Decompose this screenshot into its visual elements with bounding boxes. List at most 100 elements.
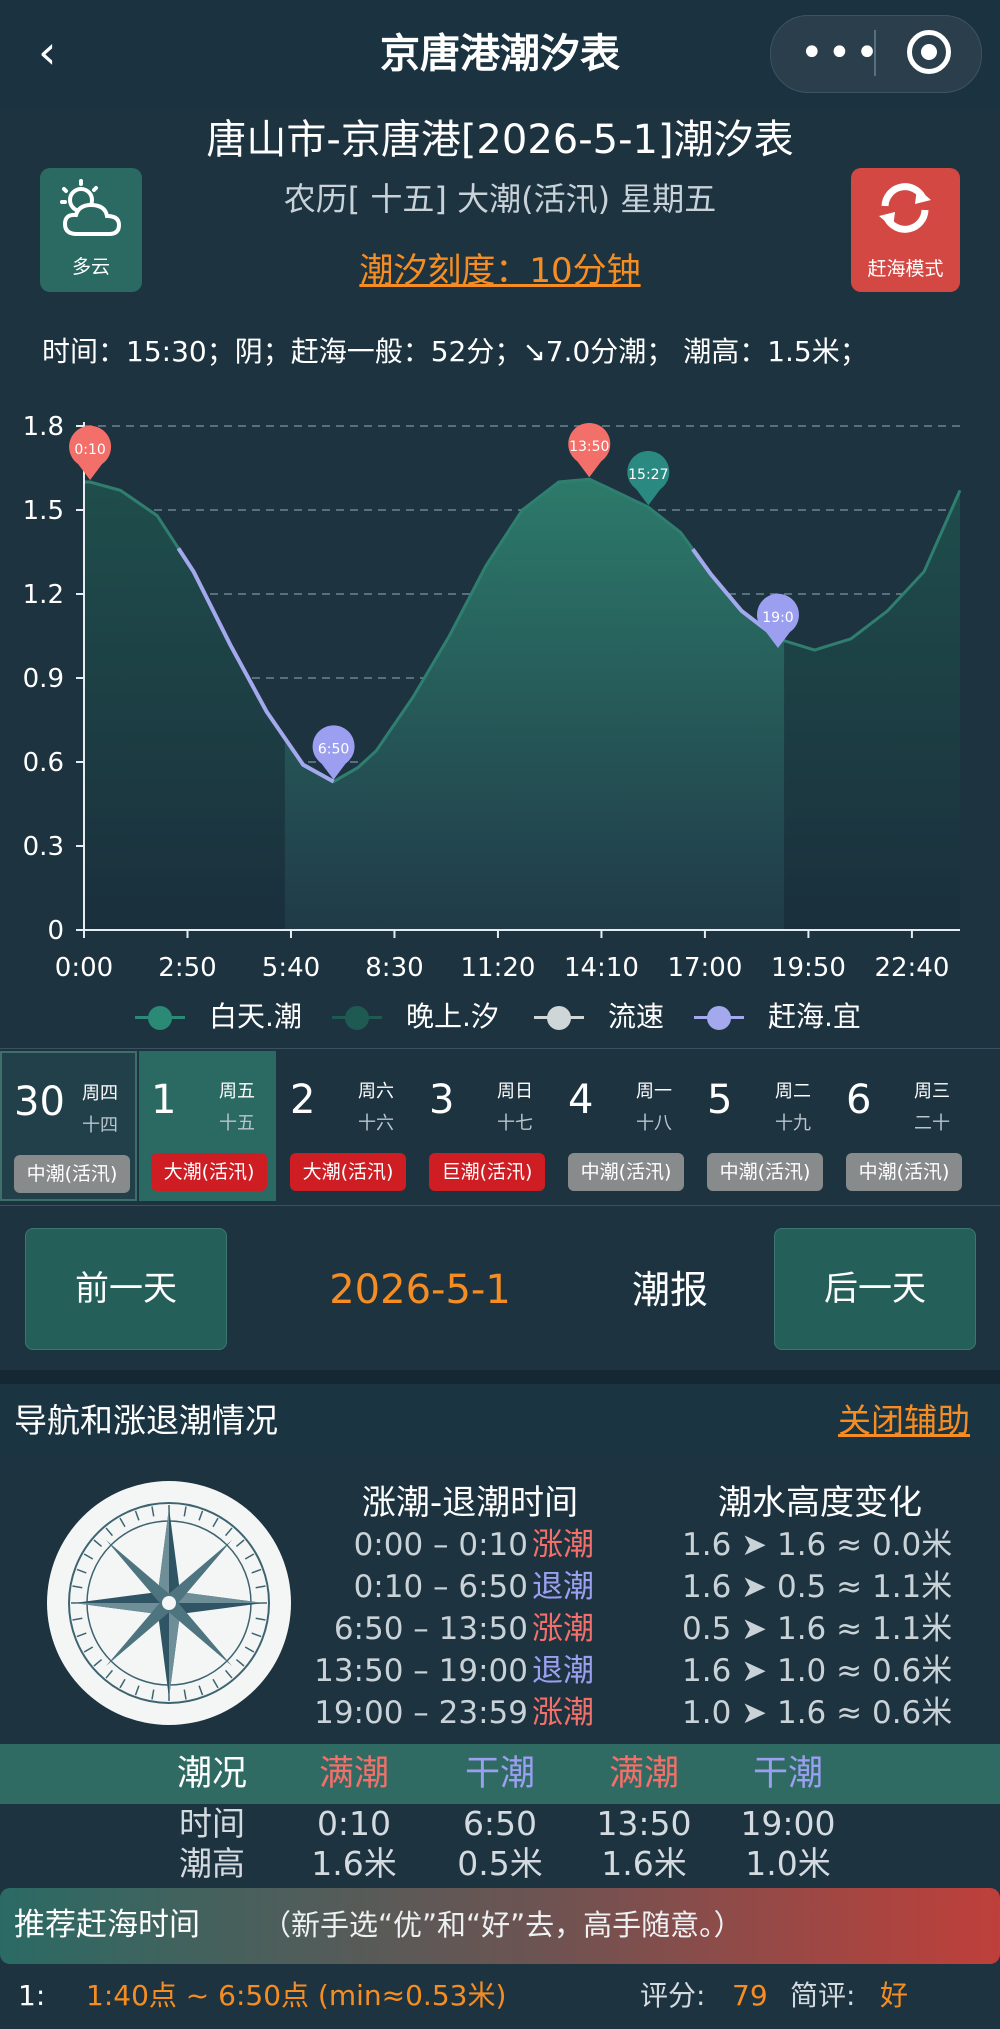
- day-tide-tag: 大潮(活汛): [290, 1153, 406, 1191]
- tide-row-state: 退潮: [532, 1569, 594, 1605]
- x-tick-label: 14:10: [564, 953, 639, 983]
- day-tide-tag: 大潮(活汛): [151, 1153, 267, 1191]
- day-number: 6: [846, 1077, 872, 1123]
- day-number: 3: [429, 1077, 455, 1123]
- day-lunar: 十八: [636, 1113, 672, 1134]
- score-value: 79: [732, 1979, 768, 2012]
- day-lunar: 十四: [82, 1115, 118, 1136]
- x-tick-label: 19:50: [771, 953, 846, 983]
- state-height-label: 潮高: [179, 1844, 245, 1883]
- state-col-state: 干潮: [752, 1754, 823, 1794]
- prev-day-button[interactable]: 前一天: [25, 1228, 227, 1350]
- comment-label: 简评:: [790, 1979, 856, 2012]
- day-weekday: 周日: [497, 1081, 533, 1102]
- day-item[interactable]: 4 周一 十八 中潮(活汛): [556, 1051, 693, 1201]
- section-divider: [0, 1370, 1000, 1384]
- y-tick-label: 1.2: [23, 580, 64, 610]
- tide-row-time: 19:00 – 23:59: [314, 1695, 528, 1731]
- day-item[interactable]: 1 周五 十五 大潮(活汛): [139, 1051, 276, 1201]
- legend-night-dot: [345, 1006, 369, 1030]
- day-lunar: 十五: [219, 1113, 255, 1134]
- close-target-icon[interactable]: [907, 30, 951, 74]
- tide-row-time: 0:00 – 0:10: [353, 1527, 528, 1563]
- day-item[interactable]: 30 周四 十四 中潮(活汛): [0, 1051, 137, 1201]
- day-weekday: 周四: [82, 1083, 118, 1104]
- tide-row-state: 涨潮: [532, 1695, 594, 1731]
- tide-row-time: 13:50 – 19:00: [314, 1653, 528, 1689]
- day-tide-tag: 中潮(活汛): [568, 1153, 684, 1191]
- weather-label: 多云: [71, 256, 110, 278]
- day-weekday: 周三: [914, 1081, 950, 1102]
- tide-time-header: 涨潮-退潮时间: [361, 1483, 579, 1523]
- close-assist-link[interactable]: 关闭辅助: [838, 1396, 970, 1446]
- state-col-state: 干潮: [464, 1754, 535, 1794]
- day-strip: 30 周四 十四 中潮(活汛) 1 周五 十五 大潮(活汛) 2 周六 十六 大…: [0, 1048, 1000, 1206]
- x-tick-label: 22:40: [874, 953, 949, 983]
- day-item[interactable]: 5 周二 十九 中潮(活汛): [695, 1051, 832, 1201]
- tide-row-change: 1.0 ➤ 1.6 ≈ 0.6米: [682, 1695, 953, 1731]
- tide-row-change: 1.6 ➤ 1.0 ≈ 0.6米: [682, 1653, 953, 1689]
- day-lunar: 十九: [775, 1113, 811, 1134]
- x-tick-label: 8:30: [365, 953, 423, 983]
- legend-speed-label: 流速: [608, 1000, 665, 1033]
- day-item[interactable]: 3 周日 十七 巨潮(活汛): [417, 1051, 554, 1201]
- refresh-icon: [879, 183, 931, 233]
- more-icon[interactable]: •••: [800, 30, 883, 76]
- x-tick-label: 11:20: [460, 953, 535, 983]
- cloudy-sun-icon: [60, 179, 122, 236]
- tide-change-header: 潮水高度变化: [718, 1483, 922, 1523]
- comment-value: 好: [880, 1979, 909, 2012]
- day-lunar: 二十: [914, 1113, 950, 1134]
- day-tide-tag: 中潮(活汛): [846, 1153, 962, 1191]
- legend-day-label: 白天.潮: [209, 1000, 302, 1033]
- tide-row-change: 1.6 ➤ 0.5 ≈ 1.1米: [682, 1569, 953, 1605]
- state-height: 0.5米: [457, 1844, 543, 1883]
- compass-icon: [47, 1481, 291, 1725]
- tide-report-link[interactable]: 潮报: [600, 1262, 740, 1318]
- recommend-row[interactable]: 1: 1:40点 ~ 6:50点 (min≈0.53米) 评分: 79 简评: …: [0, 1966, 1000, 2026]
- tide-scale-link[interactable]: 潮汐刻度：10分钟: [250, 246, 750, 296]
- day-number: 2: [290, 1077, 316, 1123]
- y-tick-label: 0.9: [23, 664, 64, 694]
- section-title: 导航和涨退潮情况: [14, 1401, 278, 1440]
- tide-marker-label: 13:50: [569, 439, 609, 455]
- tide-row-change: 0.5 ➤ 1.6 ≈ 1.1米: [682, 1611, 953, 1647]
- recommend-title: 推荐赶海时间: [14, 1907, 200, 1943]
- tide-row-state: 涨潮: [532, 1611, 594, 1647]
- day-item[interactable]: 6 周三 二十 中潮(活汛): [834, 1051, 971, 1201]
- state-height: 1.6米: [601, 1844, 687, 1883]
- legend-day-dot: [148, 1006, 172, 1030]
- day-lunar: 十七: [497, 1113, 533, 1134]
- state-time: 13:50: [596, 1804, 692, 1843]
- day-number: 1: [151, 1077, 177, 1123]
- day-weekday: 周二: [775, 1081, 811, 1102]
- legend-night-label: 晚上.汐: [406, 1000, 499, 1033]
- day-tide-tag: 中潮(活汛): [14, 1155, 130, 1193]
- y-tick-label: 0.6: [23, 748, 64, 778]
- recommend-index: 1:: [18, 1979, 46, 2012]
- y-tick-label: 1.5: [23, 496, 64, 526]
- state-time: 19:00: [740, 1804, 836, 1843]
- day-weekday: 周一: [636, 1081, 672, 1102]
- recommend-note: （新手选“优”和“好”去，高手随意。）: [262, 1908, 743, 1942]
- x-tick-label: 2:50: [158, 953, 216, 983]
- state-time: 6:50: [462, 1804, 538, 1843]
- tide-row-time: 0:10 – 6:50: [353, 1569, 528, 1605]
- tide-marker-label: 15:27: [628, 467, 668, 483]
- tide-row-state: 退潮: [532, 1653, 594, 1689]
- day-tide-tag: 巨潮(活汛): [429, 1153, 545, 1191]
- next-day-button[interactable]: 后一天: [774, 1228, 976, 1350]
- day-item[interactable]: 2 周六 十六 大潮(活汛): [278, 1051, 415, 1201]
- y-tick-label: 0.3: [23, 832, 64, 862]
- tide-marker-label: 0:10: [74, 442, 105, 458]
- x-tick-label: 17:00: [667, 953, 742, 983]
- day-number: 30: [14, 1079, 65, 1125]
- chart-legend: 白天.潮 晚上.汐 流速 赶海.宜: [0, 992, 1000, 1042]
- state-col-state: 满潮: [318, 1754, 389, 1794]
- current-tide-info: 时间：15:30；阴；赶海一般：52分；↘7.0分潮； 潮高：1.5米；: [42, 335, 868, 368]
- day-weekday: 周五: [219, 1081, 255, 1102]
- legend-ganhai-dot: [707, 1006, 731, 1030]
- tide-row-change: 1.6 ➤ 1.6 ≈ 0.0米: [682, 1527, 953, 1563]
- state-col-state: 满潮: [608, 1754, 679, 1794]
- back-icon[interactable]: ‹: [38, 22, 98, 82]
